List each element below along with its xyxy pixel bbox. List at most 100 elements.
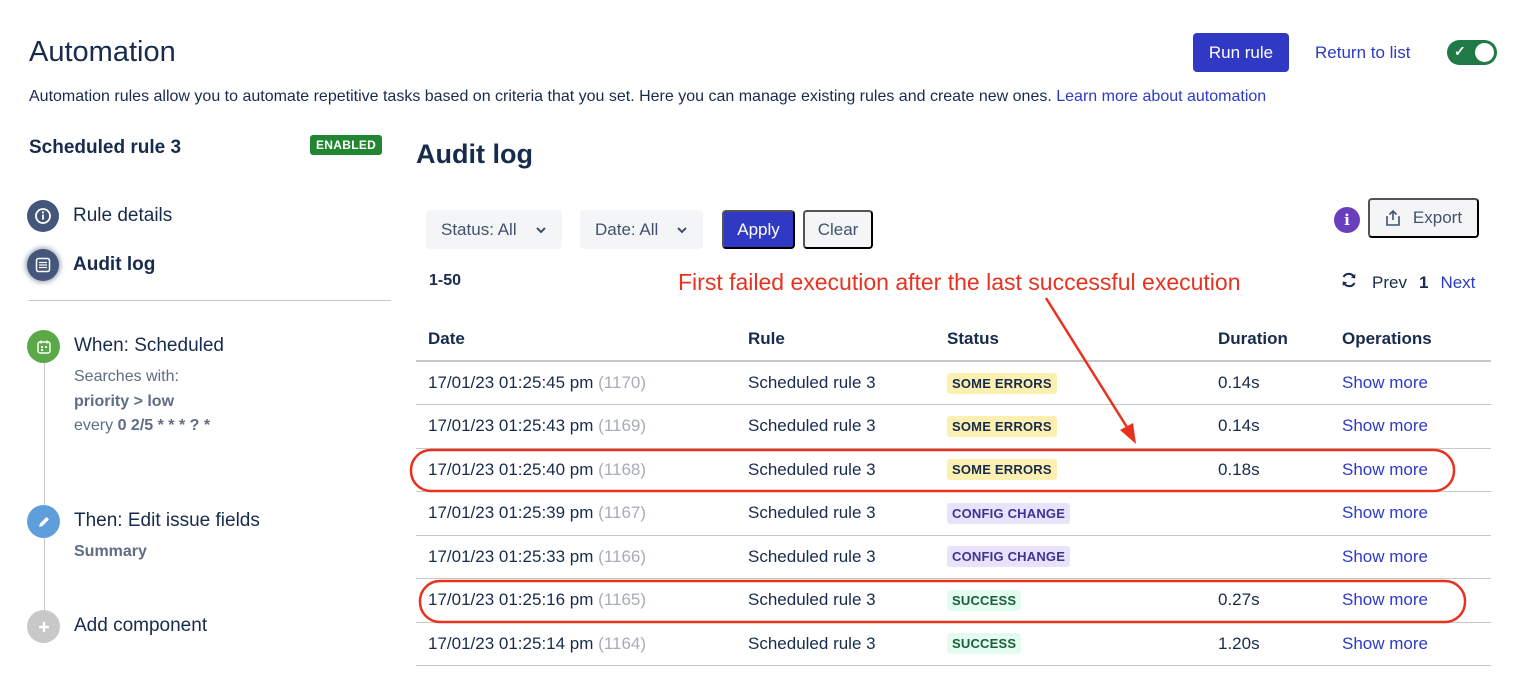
- cell-operations: Show more: [1330, 535, 1491, 579]
- show-more-link[interactable]: Show more: [1342, 416, 1428, 435]
- cell-rule: Scheduled rule 3: [736, 578, 935, 623]
- cell-duration: 0.27s: [1206, 578, 1330, 623]
- table-row: 17/01/23 01:25:43 pm (1169) Scheduled rul…: [416, 404, 1491, 449]
- cell-date: 17/01/23 01:25:14 pm (1164): [416, 622, 736, 666]
- clear-button[interactable]: Clear: [803, 210, 873, 249]
- status-badge: CONFIG CHANGE: [947, 502, 1071, 524]
- cell-duration: 1.20s: [1206, 622, 1330, 666]
- cell-rule: Scheduled rule 3: [736, 622, 935, 666]
- cell-date: 17/01/23 01:25:33 pm (1166): [416, 535, 736, 579]
- status-filter-dropdown[interactable]: Status: All: [426, 210, 562, 249]
- trigger-schedule: every 0 2/5 * * * ? *: [74, 414, 210, 438]
- prev-page-button[interactable]: Prev: [1372, 273, 1407, 293]
- cell-rule: Scheduled rule 3: [736, 491, 935, 536]
- return-to-list-link[interactable]: Return to list: [1315, 43, 1410, 63]
- table-header-row: Date Rule Status Duration Operations: [416, 318, 1491, 362]
- status-filter-label: Status: All: [441, 219, 517, 239]
- cell-status: SUCCESS: [935, 622, 1206, 666]
- next-page-button[interactable]: Next: [1440, 273, 1475, 293]
- cell-date: 17/01/23 01:25:45 pm (1170): [416, 361, 736, 405]
- rule-name: Scheduled rule 3: [29, 137, 182, 158]
- rule-enabled-toggle[interactable]: ✓: [1447, 40, 1497, 65]
- check-icon: ✓: [1454, 43, 1466, 59]
- status-badge: SOME ERRORS: [947, 459, 1057, 481]
- execution-id: (1166): [598, 546, 647, 566]
- status-badge: SOME ERRORS: [947, 415, 1057, 437]
- cell-operations: Show more: [1330, 578, 1491, 623]
- table-row: 17/01/23 01:25:40 pm (1168) Scheduled rul…: [416, 448, 1491, 492]
- table-row: 17/01/23 01:25:33 pm (1166) Scheduled rul…: [416, 535, 1491, 579]
- action-title: Then: Edit issue fields: [74, 510, 260, 531]
- cell-date: 17/01/23 01:25:16 pm (1165): [416, 578, 736, 623]
- timeline-line: [44, 362, 45, 642]
- audit-log-title: Audit log: [416, 139, 533, 169]
- refresh-icon[interactable]: [1340, 271, 1358, 294]
- pagination: Prev 1 Next: [1340, 271, 1475, 294]
- annotation-text: First failed execution after the last su…: [678, 269, 1241, 295]
- sidebar-divider: [29, 300, 391, 301]
- execution-id: (1167): [598, 503, 647, 523]
- trigger-line1: Searches with:: [74, 368, 179, 385]
- table-row: 17/01/23 01:25:39 pm (1167) Scheduled rul…: [416, 491, 1491, 536]
- execution-date: 17/01/23 01:25:39 pm: [428, 503, 594, 523]
- execution-date: 17/01/23 01:25:16 pm: [428, 590, 594, 610]
- sidebar-item-audit-log[interactable]: Audit log: [27, 249, 155, 281]
- chevron-down-icon: [676, 223, 688, 237]
- show-more-link[interactable]: Show more: [1342, 373, 1428, 392]
- column-header-date: Date: [416, 318, 736, 362]
- every-prefix: every: [74, 417, 114, 434]
- cell-rule: Scheduled rule 3: [736, 448, 935, 492]
- audit-log-table: Date Rule Status Duration Operations 17/…: [416, 318, 1491, 666]
- execution-id: (1164): [598, 633, 647, 653]
- execution-id: (1165): [598, 590, 647, 610]
- learn-more-link[interactable]: Learn more about automation: [1056, 88, 1266, 105]
- cell-status: SUCCESS: [935, 578, 1206, 623]
- cell-duration: 0.18s: [1206, 448, 1330, 492]
- cell-operations: Show more: [1330, 622, 1491, 666]
- status-badge: SUCCESS: [947, 589, 1022, 611]
- show-more-link[interactable]: Show more: [1342, 547, 1428, 566]
- description-text: Automation rules allow you to automate r…: [29, 88, 1052, 105]
- status-badge: CONFIG CHANGE: [947, 546, 1071, 568]
- table-row: 17/01/23 01:25:14 pm (1164) Scheduled rul…: [416, 622, 1491, 666]
- cell-operations: Show more: [1330, 491, 1491, 536]
- info-icon: [27, 200, 59, 232]
- result-range: 1-50: [429, 272, 462, 289]
- table-row: 17/01/23 01:25:45 pm (1170) Scheduled rul…: [416, 361, 1491, 405]
- cell-date: 17/01/23 01:25:39 pm (1167): [416, 491, 736, 536]
- cell-operations: Show more: [1330, 448, 1491, 492]
- run-rule-button[interactable]: Run rule: [1193, 33, 1289, 72]
- plus-icon: [27, 610, 60, 643]
- page-title: Automation: [29, 36, 176, 68]
- apply-button[interactable]: Apply: [722, 210, 795, 249]
- export-button[interactable]: Export: [1368, 198, 1479, 238]
- show-more-link[interactable]: Show more: [1342, 590, 1428, 609]
- action-field: Summary: [74, 543, 147, 560]
- pencil-icon: [27, 505, 60, 538]
- sidebar-item-label: Audit log: [73, 254, 156, 275]
- execution-date: 17/01/23 01:25:14 pm: [428, 633, 594, 653]
- cell-duration: 0.14s: [1206, 361, 1330, 405]
- cell-operations: Show more: [1330, 404, 1491, 449]
- show-more-link[interactable]: Show more: [1342, 460, 1428, 479]
- execution-id: (1170): [598, 373, 647, 392]
- cell-status: SOME ERRORS: [935, 448, 1206, 492]
- cell-status: CONFIG CHANGE: [935, 491, 1206, 536]
- column-header-duration: Duration: [1206, 318, 1330, 362]
- table-row: 17/01/23 01:25:16 pm (1165) Scheduled rul…: [416, 578, 1491, 623]
- cron-expression: 0 2/5 * * * ? *: [117, 417, 211, 434]
- page-description: Automation rules allow you to automate r…: [29, 88, 1266, 106]
- trigger-title: When: Scheduled: [74, 335, 224, 356]
- export-icon: [1386, 209, 1400, 226]
- sidebar-item-label: Rule details: [73, 205, 173, 226]
- cell-rule: Scheduled rule 3: [736, 535, 935, 579]
- show-more-link[interactable]: Show more: [1342, 503, 1428, 522]
- show-more-link[interactable]: Show more: [1342, 634, 1428, 653]
- trigger-jql: priority > low: [74, 393, 175, 410]
- status-badge: SOME ERRORS: [947, 372, 1057, 394]
- cell-duration: [1206, 491, 1330, 536]
- date-filter-dropdown[interactable]: Date: All: [580, 210, 704, 249]
- info-icon[interactable]: i: [1334, 207, 1360, 233]
- column-header-status: Status: [935, 318, 1206, 362]
- sidebar-item-rule-details[interactable]: Rule details: [27, 200, 172, 232]
